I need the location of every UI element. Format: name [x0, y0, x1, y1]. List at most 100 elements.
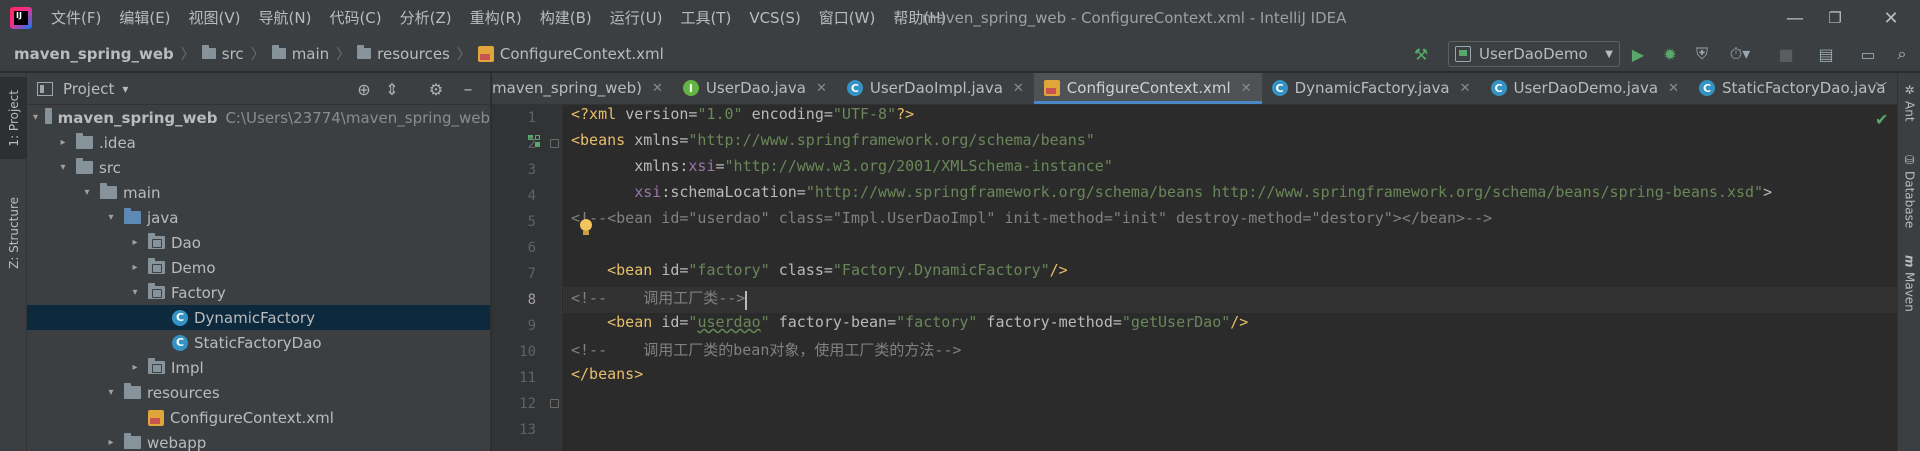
tree-item[interactable]: ▾ resources — [27, 380, 490, 405]
editor-tab[interactable]: maven_spring_web) ✕ — [492, 73, 673, 104]
chevron-right-icon[interactable]: ▸ — [129, 362, 141, 373]
ide-window: IJ 文件(F) 编辑(E) 视图(V) 导航(N) 代码(C) 分析(Z) 重构(R) 构建… — [0, 0, 1920, 451]
editor-tab[interactable]: C DynamicFactory.java ✕ — [1262, 73, 1481, 104]
tree-item[interactable]: ▸ Demo — [27, 255, 490, 280]
breadcrumb-file[interactable]: ConfigureContext.xml — [477, 45, 664, 63]
chevron-down-icon[interactable]: ▾ — [33, 112, 38, 123]
tree-item[interactable]: C StaticFactoryDao — [27, 330, 490, 355]
hammer-icon[interactable]: ⚒ — [1411, 44, 1431, 64]
chevron-down-icon[interactable]: ﹀ — [1875, 79, 1887, 96]
chevron-down-icon[interactable]: ▾ — [122, 82, 128, 96]
locate-icon[interactable]: ⊕ — [354, 79, 374, 99]
breadcrumb-resources[interactable]: resources — [357, 45, 450, 63]
chevron-down-icon[interactable]: ▾ — [105, 212, 117, 223]
tab-ant[interactable]: ✲ Ant — [1898, 83, 1920, 122]
chevron-down-icon[interactable]: ▾ — [129, 287, 141, 298]
tab-database[interactable]: ⛁ Database — [1898, 153, 1920, 228]
fold-marker-icon[interactable] — [550, 139, 559, 148]
chevron-right-icon[interactable]: ▸ — [129, 237, 141, 248]
hide-icon[interactable]: – — [458, 79, 478, 100]
coverage-icon[interactable]: ⛨ — [1692, 44, 1712, 64]
chevron-right-icon[interactable]: ▸ — [129, 262, 141, 273]
close-icon[interactable]: ✕ — [652, 81, 663, 96]
inspection-ok-icon[interactable]: ✔ — [1875, 110, 1888, 129]
maximize-button[interactable]: ❐ — [1810, 0, 1860, 36]
breadcrumb-project[interactable]: maven_spring_web — [14, 45, 174, 63]
intellij-logo-icon[interactable]: IJ — [10, 7, 32, 29]
tab-maven[interactable]: m Maven — [1898, 255, 1920, 311]
menu-item[interactable]: 工具(T) — [671, 0, 740, 36]
tab-structure-tool[interactable]: Z: Structure — [0, 183, 27, 283]
tree-item[interactable]: ▾ maven_spring_web C:\Users\23774\maven_sp… — [27, 105, 490, 130]
code-line[interactable]: <bean id="userdao" factory-bean="factory… — [571, 313, 1248, 339]
close-icon[interactable]: ✕ — [1241, 81, 1252, 96]
line-number: 13 — [519, 422, 536, 438]
menu-item[interactable]: 运行(U) — [601, 0, 672, 36]
run-icon[interactable]: ▶ — [1628, 44, 1648, 64]
menu-item[interactable]: VCS(S) — [740, 0, 809, 36]
menu-item[interactable]: 编辑(E) — [110, 0, 179, 36]
tree-item[interactable]: ▸ Impl — [27, 355, 490, 380]
editor-tab[interactable]: C UserDaoImpl.java ✕ — [837, 73, 1034, 104]
debug-icon[interactable]: ✹ — [1660, 44, 1680, 64]
editor-tab[interactable]: ConfigureContext.xml ✕ — [1033, 73, 1262, 104]
gear-icon[interactable]: ⚙ — [426, 79, 446, 99]
breadcrumb-src[interactable]: src — [201, 45, 244, 63]
menu-item[interactable]: 导航(N) — [250, 0, 321, 36]
fold-marker-icon[interactable] — [550, 399, 559, 408]
code-line[interactable]: <!-- 调用工厂类的bean对象，使用工厂类的方法--> — [571, 339, 961, 365]
code-line[interactable]: </beans> — [571, 365, 643, 391]
editor-tab[interactable]: I UserDao.java ✕ — [673, 73, 837, 104]
editor-tab[interactable]: CStaticFactoryDao.java✕ — [1689, 73, 1897, 104]
menu-item[interactable]: 分析(Z) — [391, 0, 461, 36]
tree-item[interactable]: ▾ Factory — [27, 280, 490, 305]
menu-item[interactable]: 视图(V) — [180, 0, 250, 36]
project-structure-icon[interactable]: ▤ — [1816, 44, 1836, 64]
tree-item[interactable]: ConfigureContext.xml — [27, 405, 490, 430]
code-line[interactable]: <!--<bean id="userdao" class="Impl.UserD… — [571, 209, 1492, 235]
menu-item[interactable]: 构建(B) — [531, 0, 601, 36]
chevron-down-icon[interactable]: ▾ — [105, 387, 117, 398]
close-icon[interactable]: ✕ — [816, 81, 827, 96]
chevron-down-icon[interactable]: ▾ — [57, 162, 69, 173]
search-icon[interactable]: ⌕ — [1892, 44, 1912, 64]
close-icon[interactable]: ✕ — [1668, 81, 1679, 96]
layout-icon[interactable]: ▭ — [1858, 44, 1878, 64]
menu-item[interactable]: 窗口(W) — [810, 0, 885, 36]
code-line[interactable]: <?xml version="1.0" encoding="UTF-8"?> — [571, 105, 914, 131]
run-configuration-select[interactable]: UserDaoDemo ▼ — [1448, 41, 1620, 67]
code-line[interactable]: <!-- 调用工厂类--> — [571, 287, 745, 313]
collapse-all-icon[interactable]: ⇕ — [382, 79, 402, 99]
code-line[interactable]: <beans xmlns="http://www.springframework… — [571, 131, 1095, 157]
project-panel-title[interactable]: Project — [63, 80, 114, 98]
close-icon[interactable]: ✕ — [1013, 81, 1024, 96]
tree-item[interactable]: ▸ Dao — [27, 230, 490, 255]
menu-item[interactable]: 重构(R) — [461, 0, 531, 36]
profile-icon[interactable]: ⏱▾ — [1724, 44, 1756, 64]
menu-item[interactable]: 文件(F) — [42, 0, 110, 36]
code-line[interactable]: xsi:schemaLocation="http://www.springfra… — [571, 183, 1772, 209]
code-line[interactable]: xmlns:xsi="http://www.w3.org/2001/XMLSch… — [571, 157, 1113, 183]
chevron-right-icon[interactable]: ▸ — [105, 437, 117, 448]
chevron-down-icon[interactable]: ▾ — [81, 187, 93, 198]
tree-item[interactable]: ▾ java — [27, 205, 490, 230]
breadcrumb-main[interactable]: main — [271, 45, 329, 63]
code-token: id= — [661, 313, 689, 331]
code-line[interactable]: <bean id="factory" class="Factory.Dynami… — [571, 261, 1068, 287]
tree-item[interactable]: ▾ main — [27, 180, 490, 205]
code-editor[interactable]: 1 2 3 4 5 6 7 8 9 10 11 12 13 <?xml version="1.0" en… — [492, 105, 1897, 451]
close-button[interactable]: ✕ — [1866, 0, 1916, 36]
close-icon[interactable]: ✕ — [1460, 81, 1471, 96]
tab-project-tool[interactable]: 1: Project — [0, 77, 27, 159]
tree-item[interactable]: ▸ .idea — [27, 130, 490, 155]
lightbulb-icon[interactable] — [579, 219, 593, 237]
tree-item[interactable]: ▸ webapp — [27, 430, 490, 451]
interface-icon: I — [682, 80, 699, 96]
tree-item[interactable]: ▾ src — [27, 155, 490, 180]
chevron-right-icon[interactable]: ▸ — [57, 137, 69, 148]
stop-icon[interactable]: ■ — [1776, 44, 1796, 64]
editor-tab[interactable]: C UserDaoDemo.java ✕ — [1481, 73, 1690, 104]
menu-item[interactable]: 代码(C) — [320, 0, 390, 36]
code-area[interactable]: <?xml version="1.0" encoding="UTF-8"?> <b… — [571, 105, 1897, 451]
tree-item[interactable]: C DynamicFactory — [27, 305, 490, 330]
